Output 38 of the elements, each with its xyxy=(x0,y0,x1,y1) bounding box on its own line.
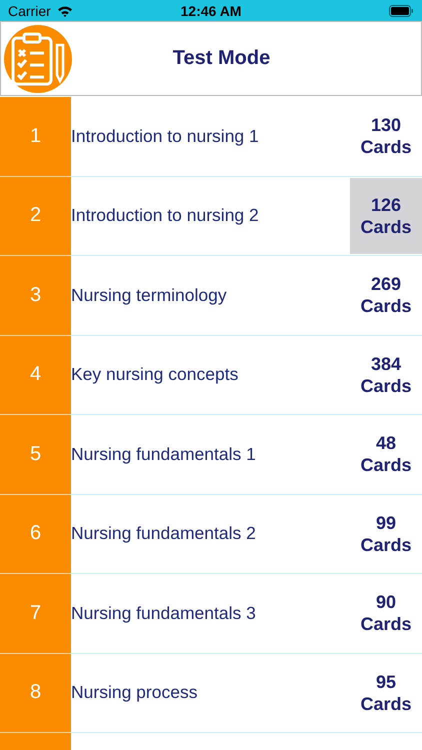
deck-title: Introduction to nursing 1 xyxy=(71,124,260,148)
deck-row[interactable]: 6 Nursing fundamentals 2 99 Cards xyxy=(0,494,422,574)
deck-row[interactable]: 5 Nursing fundamentals 1 48 Cards xyxy=(0,415,422,494)
deck-row[interactable]: 7 Nursing fundamentals 3 90 Cards xyxy=(0,574,422,654)
header-title: Test Mode xyxy=(172,47,272,70)
status-time: 12:46 AM xyxy=(180,2,242,18)
clipboard-checklist-icon xyxy=(4,24,72,92)
card-count[interactable]: 130 Cards xyxy=(350,98,422,174)
deck-row[interactable]: 1 Introduction to nursing 1 130 Cards xyxy=(0,97,422,176)
card-count[interactable]: 126 Cards xyxy=(350,178,422,254)
deck-title: Nursing fundamentals 3 xyxy=(71,602,257,625)
deck-row[interactable]: 4 Key nursing concepts 384 Cards xyxy=(0,336,422,415)
carrier-label: Carrier xyxy=(8,2,51,18)
deck-number: 3 xyxy=(0,256,71,336)
battery-icon xyxy=(389,4,414,16)
deck-row[interactable]: 8 Nursing process 95 Cards xyxy=(0,654,422,733)
card-count[interactable]: 384 Cards xyxy=(350,336,422,413)
deck-title: Nursing fundamentals 2 xyxy=(71,522,257,546)
deck-title: Nursing fundamentals 1 xyxy=(71,442,257,466)
deck-number: 2 xyxy=(0,176,71,256)
deck-number: 7 xyxy=(0,574,71,654)
deck-number: 1 xyxy=(0,97,71,176)
card-count[interactable]: 90 Cards xyxy=(350,575,422,652)
card-count[interactable]: 95 Cards xyxy=(350,654,422,731)
deck-number: 8 xyxy=(0,654,71,733)
deck-number: 4 xyxy=(0,336,71,415)
card-count[interactable]: 269 Cards xyxy=(350,257,422,334)
deck-title: Nursing terminology xyxy=(71,284,228,307)
deck-title: Key nursing concepts xyxy=(71,363,240,386)
wifi-icon xyxy=(56,4,73,16)
deck-title: Introduction to nursing 2 xyxy=(71,204,260,228)
deck-row[interactable]: 3 Nursing terminology 269 Cards xyxy=(0,256,422,336)
deck-title: Nursing process xyxy=(71,681,198,704)
deck-number: 5 xyxy=(0,415,71,494)
card-count[interactable]: 99 Cards xyxy=(350,496,422,572)
deck-row[interactable]: 2 Introduction to nursing 2 126 Cards xyxy=(0,176,422,256)
card-count[interactable]: 48 Cards xyxy=(350,416,422,492)
deck-number: 6 xyxy=(0,494,71,574)
